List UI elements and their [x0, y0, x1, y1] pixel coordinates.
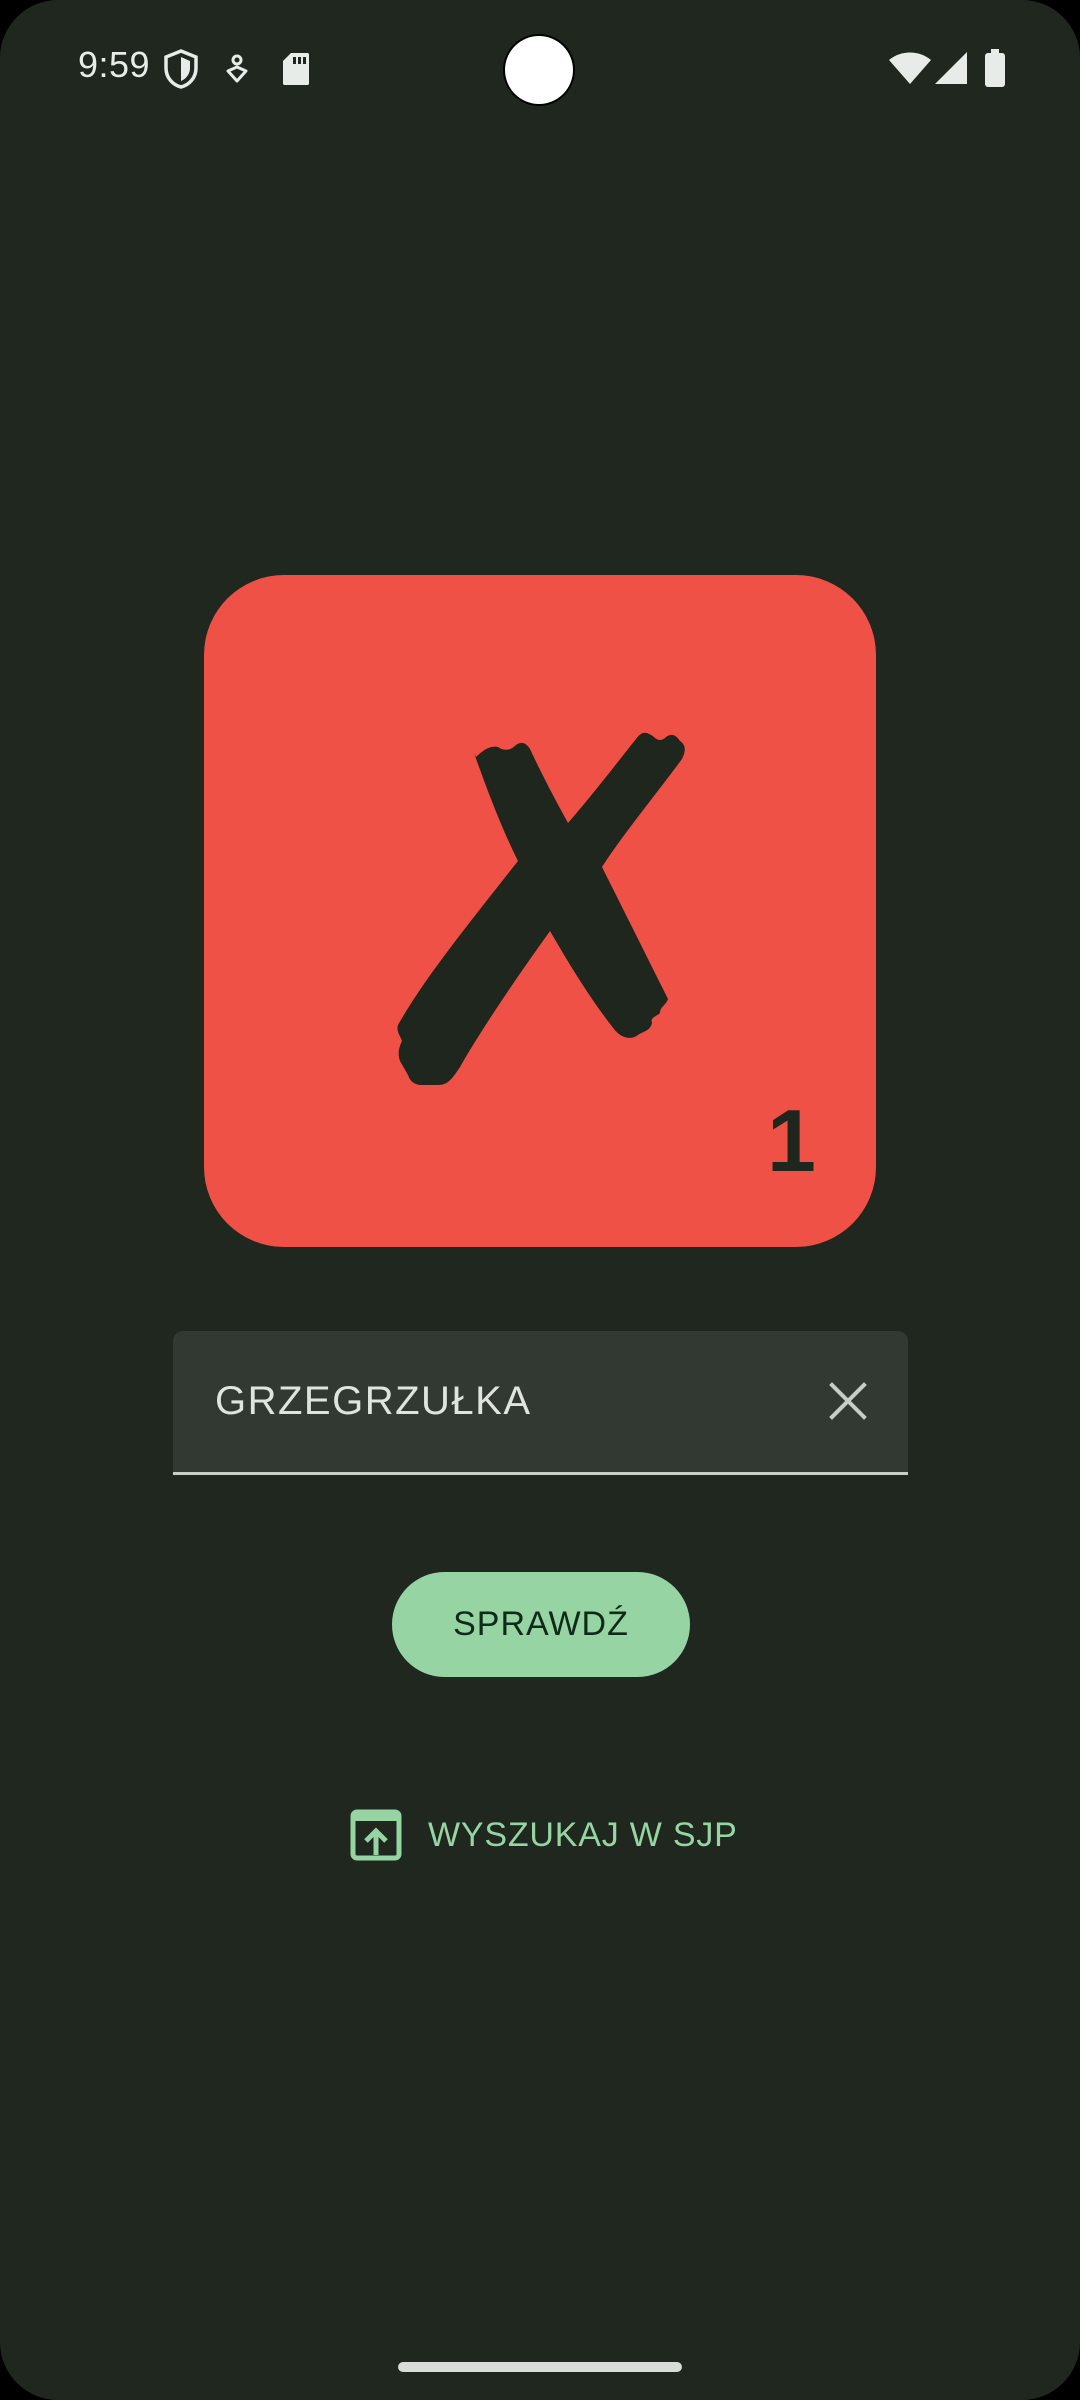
- tile-score: 1: [767, 1091, 816, 1190]
- open-in-browser-icon: [350, 1809, 402, 1861]
- wifi-icon: [889, 52, 931, 84]
- battery-icon: [985, 49, 1005, 87]
- check-button[interactable]: SPRAWDŹ: [392, 1572, 690, 1677]
- home-indicator[interactable]: [398, 2362, 682, 2372]
- shield-icon: [164, 49, 198, 89]
- word-field[interactable]: [173, 1331, 908, 1475]
- letter-tile: 1: [204, 575, 876, 1247]
- sd-card-icon: [283, 53, 309, 85]
- app-screen: 9:59 1 GRZEGRZUŁKA SPRAWDŹ WYSZUKAJ W SJ…: [0, 0, 1080, 2400]
- accessibility-icon: [226, 54, 248, 83]
- status-bar: 9:59: [0, 0, 1080, 140]
- camera-cutout: [505, 36, 573, 104]
- status-time: 9:59: [78, 44, 151, 85]
- word-input[interactable]: [215, 1331, 775, 1472]
- cellular-signal-icon: [935, 52, 967, 84]
- close-icon: [829, 1382, 867, 1420]
- search-sjp-label: WYSZUKAJ W SJP: [428, 1815, 738, 1854]
- clear-button[interactable]: [812, 1365, 884, 1437]
- search-sjp-button[interactable]: WYSZUKAJ W SJP: [340, 1800, 740, 1870]
